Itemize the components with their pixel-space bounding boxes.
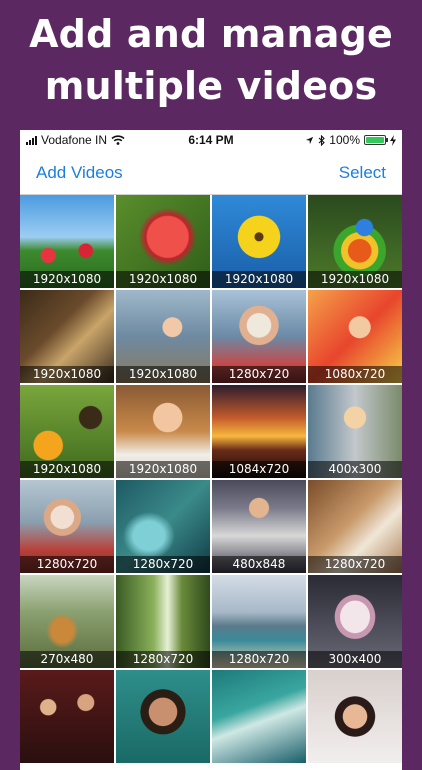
resolution-label: 300x400: [308, 651, 402, 668]
bluetooth-icon: [318, 134, 326, 146]
video-thumbnail[interactable]: 400x300: [308, 385, 402, 478]
video-thumbnail[interactable]: 270x480: [20, 575, 114, 668]
thumbnail-image: [212, 670, 306, 763]
video-thumbnail[interactable]: [212, 670, 306, 763]
navigation-bar: Add Videos Select: [20, 150, 402, 195]
phone-screen: Vodafone IN 6:14 PM 100% Add Videos Sele…: [20, 130, 402, 770]
resolution-label: 400x300: [308, 461, 402, 478]
video-thumbnail[interactable]: 1920x1080: [116, 195, 210, 288]
resolution-label: 1920x1080: [20, 461, 114, 478]
video-thumbnail[interactable]: 1280x720: [212, 575, 306, 668]
video-thumbnail[interactable]: 1280x720: [20, 480, 114, 573]
video-thumbnail[interactable]: 1920x1080: [20, 290, 114, 383]
resolution-label: 480x848: [212, 556, 306, 573]
video-thumbnail[interactable]: 1280x720: [308, 480, 402, 573]
video-thumbnail[interactable]: 1920x1080: [116, 385, 210, 478]
resolution-label: 1280x720: [212, 651, 306, 668]
video-thumbnail[interactable]: 1080x720: [308, 290, 402, 383]
location-icon: [306, 136, 314, 144]
video-thumbnail[interactable]: 480x848: [212, 480, 306, 573]
resolution-label: 270x480: [20, 651, 114, 668]
video-thumbnail[interactable]: 1920x1080: [20, 195, 114, 288]
battery-percentage: 100%: [329, 133, 360, 147]
video-thumbnail[interactable]: 1084x720: [212, 385, 306, 478]
resolution-label: 1920x1080: [212, 271, 306, 288]
headline-line-1: Add and manage: [29, 12, 393, 56]
resolution-label: 1280x720: [116, 651, 210, 668]
resolution-label: 1920x1080: [20, 271, 114, 288]
headline-line-2: multiple videos: [44, 64, 378, 108]
resolution-label: 1920x1080: [20, 366, 114, 383]
video-thumbnail[interactable]: 1920x1080: [116, 290, 210, 383]
battery-icon: [364, 135, 388, 145]
resolution-label: 1280x720: [116, 556, 210, 573]
video-thumbnail[interactable]: 1920x1080: [20, 385, 114, 478]
resolution-label: 1920x1080: [116, 271, 210, 288]
status-bar: Vodafone IN 6:14 PM 100%: [20, 130, 402, 150]
video-thumbnail[interactable]: 1280x720: [212, 290, 306, 383]
thumbnail-image: [20, 670, 114, 763]
charging-icon: [390, 134, 396, 146]
resolution-label: 1080x720: [308, 366, 402, 383]
video-thumbnail[interactable]: [116, 670, 210, 763]
resolution-label: 1280x720: [20, 556, 114, 573]
resolution-label: 1920x1080: [116, 461, 210, 478]
video-thumbnail[interactable]: 1920x1080: [212, 195, 306, 288]
video-thumbnail[interactable]: [20, 670, 114, 763]
resolution-label: 1280x720: [308, 556, 402, 573]
headline: Add and manage multiple videos: [0, 8, 422, 112]
video-thumbnail[interactable]: 1280x720: [116, 575, 210, 668]
thumbnail-image: [308, 670, 402, 763]
resolution-label: 1920x1080: [308, 271, 402, 288]
add-videos-button[interactable]: Add Videos: [36, 163, 123, 183]
video-grid: 1920x1080 1920x1080 1920x1080 1920x1080 1920…: [20, 195, 402, 763]
video-thumbnail[interactable]: 1280x720: [116, 480, 210, 573]
video-thumbnail[interactable]: 1920x1080: [308, 195, 402, 288]
resolution-label: 1920x1080: [116, 366, 210, 383]
video-thumbnail[interactable]: [308, 670, 402, 763]
resolution-label: 1084x720: [212, 461, 306, 478]
resolution-label: 1280x720: [212, 366, 306, 383]
select-button[interactable]: Select: [339, 163, 386, 183]
video-thumbnail[interactable]: 300x400: [308, 575, 402, 668]
thumbnail-image: [116, 670, 210, 763]
